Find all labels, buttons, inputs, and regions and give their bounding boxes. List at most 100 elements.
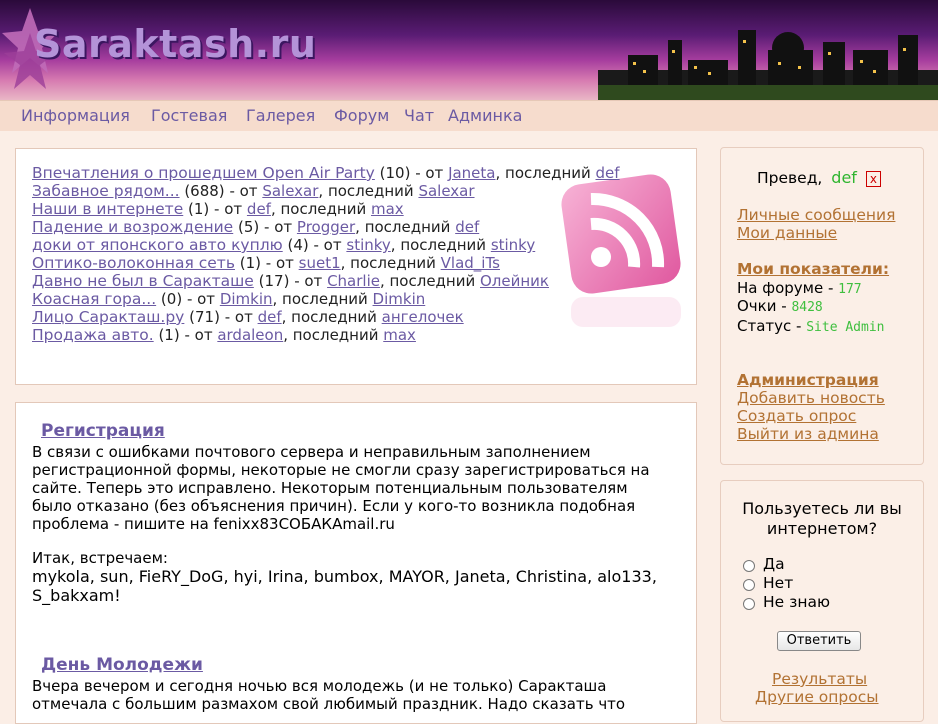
topic-author-link[interactable]: def: [258, 308, 282, 326]
exit-admin-link[interactable]: Выйти из админа: [737, 425, 879, 443]
status-stat-label: Статус -: [737, 317, 807, 335]
news-title[interactable]: День Молодежи: [41, 655, 203, 675]
topic-count: (71): [189, 308, 220, 326]
topic-last-author-link[interactable]: Salexar: [418, 182, 474, 200]
forum-stat-label: На форуме -: [737, 279, 839, 297]
topic-row: Лицо Саракташ.ру (71) - от def, последни…: [32, 308, 672, 326]
topic-last-author-link[interactable]: stinky: [491, 236, 535, 254]
last-label: , последний: [390, 236, 491, 254]
topic-title-link[interactable]: доки от японского авто куплю: [32, 236, 283, 254]
topic-row: Забавное рядом... (688) - от Salexar, по…: [32, 182, 672, 200]
nav-forum[interactable]: Форум: [334, 106, 389, 125]
topic-author-link[interactable]: def: [247, 200, 271, 218]
topic-author-link[interactable]: ardaleon: [217, 326, 283, 344]
topic-author-link[interactable]: Charlie: [327, 272, 380, 290]
add-news-link[interactable]: Добавить новость: [737, 389, 885, 407]
topic-title-link[interactable]: Впечатления о прошедшем Open Air Party: [32, 164, 375, 182]
poll-option-label: Да: [763, 555, 785, 573]
topic-count: (5): [238, 218, 260, 236]
nav-admin[interactable]: Админка: [448, 106, 522, 125]
topic-last-author-link[interactable]: Vlad_iTs: [441, 254, 500, 272]
topic-author-link[interactable]: Janeta: [448, 164, 495, 182]
topic-last-author-link[interactable]: def: [596, 164, 620, 182]
topic-row: Наши в интернете (1) - от def, последний…: [32, 200, 672, 218]
last-label: , последний: [272, 290, 373, 308]
topic-author-link[interactable]: Salexar: [262, 182, 318, 200]
forum-topics-panel: Впечатления о прошедшем Open Air Party (…: [15, 148, 697, 385]
site-logo[interactable]: Saraktash.ru: [34, 22, 316, 66]
other-polls-link[interactable]: Другие опросы: [755, 688, 879, 706]
poll-option-label: Нет: [763, 574, 794, 592]
topic-author-link[interactable]: Dimkin: [220, 290, 273, 308]
nav-gallery[interactable]: Галерея: [246, 106, 315, 125]
private-messages-link[interactable]: Личные сообщения: [737, 206, 895, 224]
news-panel: Регистрация В связи с ошибками почтового…: [15, 402, 697, 724]
poll-panel: Пользуетесь ли вы интернетом? Да Нет Не …: [720, 480, 924, 722]
poll-option-radio[interactable]: [743, 560, 755, 572]
topic-count: (4): [287, 236, 309, 254]
my-data-link[interactable]: Мои данные: [737, 224, 837, 242]
from-label: - от: [219, 308, 258, 326]
admin-title: Администрация: [737, 371, 879, 389]
topic-last-author-link[interactable]: def: [455, 218, 479, 236]
status-stat: Статус - Site Admin: [737, 317, 887, 337]
topic-title-link[interactable]: Давно не был в Саракташе: [32, 272, 254, 290]
last-label: , последний: [283, 326, 384, 344]
topic-count: (688): [184, 182, 225, 200]
topic-last-author-link[interactable]: Dimkin: [373, 290, 426, 308]
create-poll-link[interactable]: Создать опрос: [737, 407, 856, 425]
from-label: - от: [179, 326, 218, 344]
topic-count: (1): [239, 254, 261, 272]
from-label: - от: [224, 182, 263, 200]
topic-title-link[interactable]: Падение и возрождение: [32, 218, 233, 236]
from-label: - от: [289, 272, 328, 290]
news-body: Вчера вечером и сегодня ночью вся молоде…: [32, 677, 626, 713]
from-label: - от: [308, 236, 347, 254]
topic-title-link[interactable]: Забавное рядом...: [32, 182, 180, 200]
topic-last-author-link[interactable]: ангелочек: [382, 308, 464, 326]
news-names: mykola, sun, FieRY_DoG, hyi, Irina, bumb…: [32, 567, 657, 605]
poll-option-radio[interactable]: [743, 579, 755, 591]
poll-option-radio[interactable]: [743, 598, 755, 610]
topic-last-author-link[interactable]: Олейник: [480, 272, 549, 290]
topic-row: Впечатления о прошедшем Open Air Party (…: [32, 164, 672, 182]
topic-last-author-link[interactable]: max: [371, 200, 404, 218]
poll-question: Пользуетесь ли вы интернетом?: [742, 499, 902, 538]
from-label: - от: [182, 290, 220, 308]
forum-stat-value: 177: [838, 282, 862, 297]
topic-author-link[interactable]: stinky: [346, 236, 390, 254]
from-label: - от: [410, 164, 449, 182]
last-label: , последний: [281, 308, 382, 326]
nav-guestbook[interactable]: Гостевая: [151, 106, 227, 125]
topic-last-author-link[interactable]: max: [383, 326, 416, 344]
points-stat-value: 8428: [791, 300, 823, 315]
logout-button[interactable]: x: [865, 171, 881, 187]
topic-title-link[interactable]: Продажа авто.: [32, 326, 154, 344]
last-label: , последний: [495, 164, 596, 182]
last-label: , последний: [379, 272, 480, 290]
topic-count: (1): [188, 200, 210, 218]
topic-title-link[interactable]: Наши в интернете: [32, 200, 183, 218]
topic-row: Коасная гора... (0) - от Dimkin, последн…: [32, 290, 672, 308]
points-stat: Очки - 8428: [737, 297, 823, 315]
topic-title-link[interactable]: Коасная гора...: [32, 290, 156, 308]
news-title[interactable]: Регистрация: [41, 421, 165, 441]
topic-title-link[interactable]: Лицо Саракташ.ру: [32, 308, 184, 326]
poll-results-link[interactable]: Результаты: [772, 670, 867, 688]
nav-chat[interactable]: Чат: [404, 106, 434, 125]
topic-author-link[interactable]: suet1: [299, 254, 341, 272]
topic-author-link[interactable]: Progger: [297, 218, 355, 236]
poll-option-label: Не знаю: [763, 593, 831, 611]
poll-submit-button[interactable]: Ответить: [777, 631, 861, 651]
forum-stat: На форуме - 177: [737, 279, 862, 297]
topic-list: Впечатления о прошедшем Open Air Party (…: [32, 164, 672, 344]
from-label: - от: [259, 218, 297, 236]
nav-info[interactable]: Информация: [21, 106, 130, 125]
greeting-text: Превед,: [757, 169, 823, 187]
from-label: - от: [209, 200, 247, 218]
main-nav: Информация Гостевая Галерея Форум Чат Ад…: [0, 100, 938, 131]
topic-title-link[interactable]: Оптико-волоконная сеть: [32, 254, 235, 272]
topic-row: Давно не был в Саракташе (17) - от Charl…: [32, 272, 672, 290]
topic-row: доки от японского авто куплю (4) - от st…: [32, 236, 672, 254]
last-label: , последний: [355, 218, 456, 236]
